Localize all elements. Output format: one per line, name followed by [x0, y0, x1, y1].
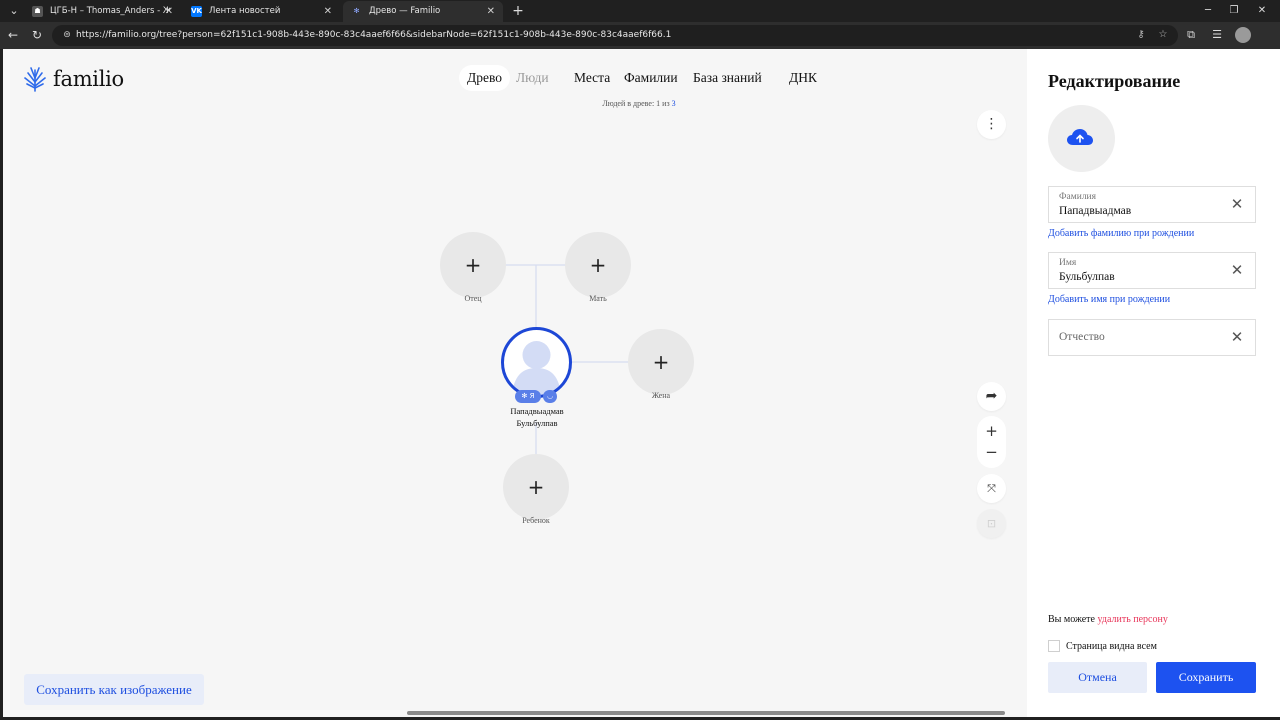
- visibility-checkbox-row[interactable]: Страница видна всем: [1048, 639, 1157, 653]
- marriage-icon: ◡: [543, 390, 557, 403]
- tab-close-icon[interactable]: ✕: [324, 1, 332, 22]
- profile-avatar[interactable]: [1235, 27, 1251, 43]
- patronymic-field[interactable]: Отчество ✕: [1048, 319, 1256, 356]
- tab-list-chevron-icon[interactable]: ⌄: [4, 2, 24, 20]
- favorites-icon[interactable]: ☰: [1209, 27, 1225, 43]
- surname-value[interactable]: Пападвыадмав: [1059, 205, 1131, 217]
- browser-tab-bar: ⌄ ☗ ЦГБ-Н – Thomas_Anders - Жалоба ✕ VK …: [0, 0, 1280, 22]
- site-info-icon[interactable]: ⊜: [60, 28, 74, 42]
- clear-patronymic-icon[interactable]: ✕: [1229, 329, 1245, 345]
- horizontal-scrollbar[interactable]: [407, 711, 1005, 715]
- visibility-checkbox[interactable]: [1048, 640, 1060, 652]
- vk-favicon-icon: VK: [191, 6, 202, 17]
- zoom-controls: + −: [977, 416, 1006, 468]
- photo-upload-button[interactable]: [1048, 105, 1115, 172]
- zoom-out-icon[interactable]: −: [977, 443, 1006, 461]
- me-badge: ✻ Я: [515, 390, 541, 403]
- close-window-icon[interactable]: ✕: [1252, 2, 1272, 20]
- reload-icon[interactable]: ↻: [29, 27, 45, 43]
- add-child-button[interactable]: +: [503, 454, 569, 520]
- delete-person-line: Вы можете удалить персону: [1048, 614, 1168, 625]
- delete-person-link[interactable]: удалить персону: [1098, 614, 1168, 625]
- name-field[interactable]: Имя Бульбулпав ✕: [1048, 252, 1256, 289]
- add-wife-button[interactable]: +: [628, 329, 694, 395]
- new-tab-plus-icon[interactable]: +: [510, 1, 526, 21]
- person-silhouette-icon: [512, 341, 561, 395]
- tab-title: Лента новостей: [209, 6, 281, 16]
- save-as-image-button[interactable]: Сохранить как изображение: [24, 674, 204, 705]
- name-value[interactable]: Бульбулпав: [1059, 271, 1115, 283]
- child-label: Ребенок: [522, 516, 550, 525]
- share-icon[interactable]: ➦: [977, 382, 1006, 411]
- add-father-button[interactable]: +: [440, 232, 506, 298]
- add-birth-surname-link[interactable]: Добавить фамилию при рождении: [1048, 228, 1194, 239]
- tab-close-icon[interactable]: ✕: [165, 1, 173, 22]
- patronymic-placeholder: Отчество: [1059, 331, 1105, 343]
- visibility-label: Страница видна всем: [1066, 640, 1157, 652]
- edit-panel: Редактирование Фамилия Пападвыадмав ✕ До…: [1027, 49, 1280, 717]
- maximize-icon[interactable]: ❐: [1224, 2, 1244, 20]
- address-bar: ← ↻ ⊜ https://familio.org/tree?person=62…: [0, 22, 1280, 49]
- familio-favicon-icon: ✻: [353, 7, 360, 15]
- zoom-in-icon[interactable]: +: [977, 422, 1006, 440]
- cloud-upload-icon: [1067, 129, 1093, 145]
- back-arrow-icon[interactable]: ←: [5, 27, 21, 43]
- extensions-icon[interactable]: ⧉: [1183, 27, 1199, 43]
- surname-label: Фамилия: [1059, 192, 1097, 202]
- tab-forum[interactable]: ☗ ЦГБ-Н – Thomas_Anders - Жалоба ✕: [24, 1, 181, 22]
- family-tree-canvas[interactable]: + Отец + Мать + Жена ✻ Я ◡ Пападвыадмав …: [3, 49, 1023, 717]
- tab-close-icon[interactable]: ✕: [487, 1, 495, 22]
- clear-name-icon[interactable]: ✕: [1229, 262, 1245, 278]
- father-label: Отец: [464, 294, 482, 303]
- tab-title: Древо — Familio: [369, 6, 441, 16]
- clear-surname-icon[interactable]: ✕: [1229, 196, 1245, 212]
- center-focus-icon[interactable]: ⊡: [977, 509, 1006, 538]
- surname-field[interactable]: Фамилия Пападвыадмав ✕: [1048, 186, 1256, 223]
- tab-vk[interactable]: VK Лента новостей ✕: [183, 1, 340, 22]
- url-field[interactable]: ⊜ https://familio.org/tree?person=62f151…: [52, 25, 1178, 46]
- cancel-button[interactable]: Отмена: [1048, 662, 1147, 693]
- save-button[interactable]: Сохранить: [1156, 662, 1256, 693]
- star-icon[interactable]: ☆: [1156, 28, 1170, 42]
- tab-title: ЦГБ-Н – Thomas_Anders - Жалоба: [50, 6, 170, 16]
- minimize-icon[interactable]: ─: [1198, 2, 1218, 20]
- fit-screen-icon[interactable]: ⤧: [977, 474, 1006, 503]
- name-label: Имя: [1059, 258, 1077, 268]
- panel-title: Редактирование: [1048, 71, 1181, 91]
- more-options-icon[interactable]: ⋮: [977, 110, 1006, 139]
- add-mother-button[interactable]: +: [565, 232, 631, 298]
- tab-familio[interactable]: ✻ Древо — Familio ✕: [343, 1, 503, 22]
- mother-label: Мать: [589, 294, 607, 303]
- gender-icon: ✻: [521, 392, 528, 400]
- person-avatar[interactable]: [501, 327, 572, 398]
- url-text: https://familio.org/tree?person=62f151c1…: [76, 30, 672, 40]
- person-name: Пападвыадмав Бульбулпав: [510, 406, 564, 428]
- add-birth-name-link[interactable]: Добавить имя при рождении: [1048, 294, 1170, 305]
- forum-favicon-icon: ☗: [32, 6, 43, 17]
- key-icon[interactable]: ⚷: [1134, 28, 1148, 42]
- wife-label: Жена: [651, 391, 671, 400]
